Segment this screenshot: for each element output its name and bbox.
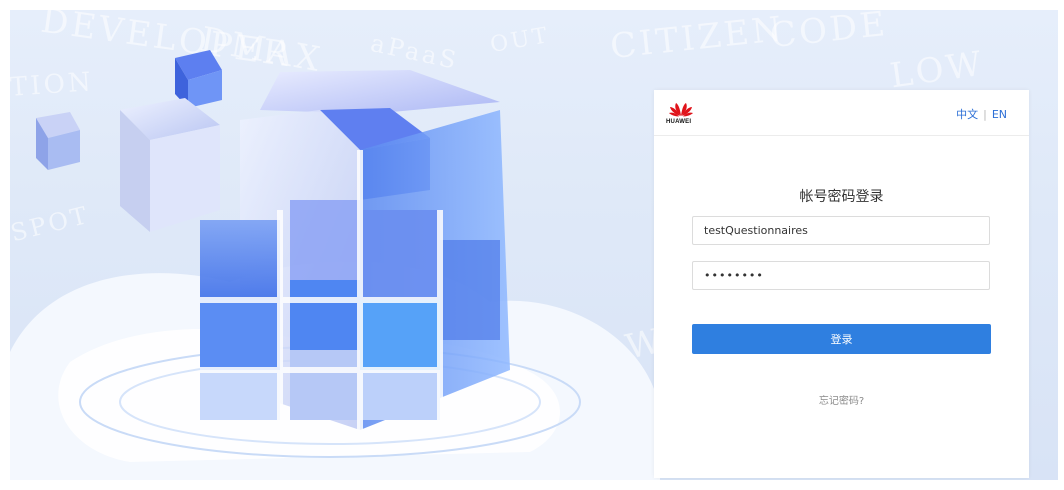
huawei-logo: HUAWEI [666, 100, 706, 128]
username-input[interactable] [692, 216, 990, 245]
login-title: 帐号密码登录 [799, 189, 884, 205]
password-input[interactable] [692, 261, 990, 290]
background-pattern-text: LOW [887, 43, 987, 97]
brand-name: HUAWEI [666, 119, 692, 125]
language-switch: 中文 | EN [956, 106, 1007, 122]
forgot-password-link[interactable]: 忘记密码? [654, 392, 1029, 407]
login-page-background: DEVELOPER DMAX aPaaS OUT CITIZEN CODE LO… [10, 10, 1058, 480]
language-separator: | [983, 108, 987, 121]
login-button[interactable]: 登录 [692, 324, 991, 354]
background-pattern-text: CITIZEN [608, 10, 787, 68]
cube-illustration [36, 50, 510, 430]
login-panel: HUAWEI 中文 | EN 帐号密码登录 登录 忘记密码? [654, 90, 1029, 478]
language-zh-link[interactable]: 中文 [956, 108, 978, 121]
login-panel-header: HUAWEI 中文 | EN [654, 90, 1029, 136]
language-en-link[interactable]: EN [992, 108, 1007, 121]
background-pattern-text: CODE [768, 10, 890, 57]
huawei-petal-icon [669, 103, 693, 117]
